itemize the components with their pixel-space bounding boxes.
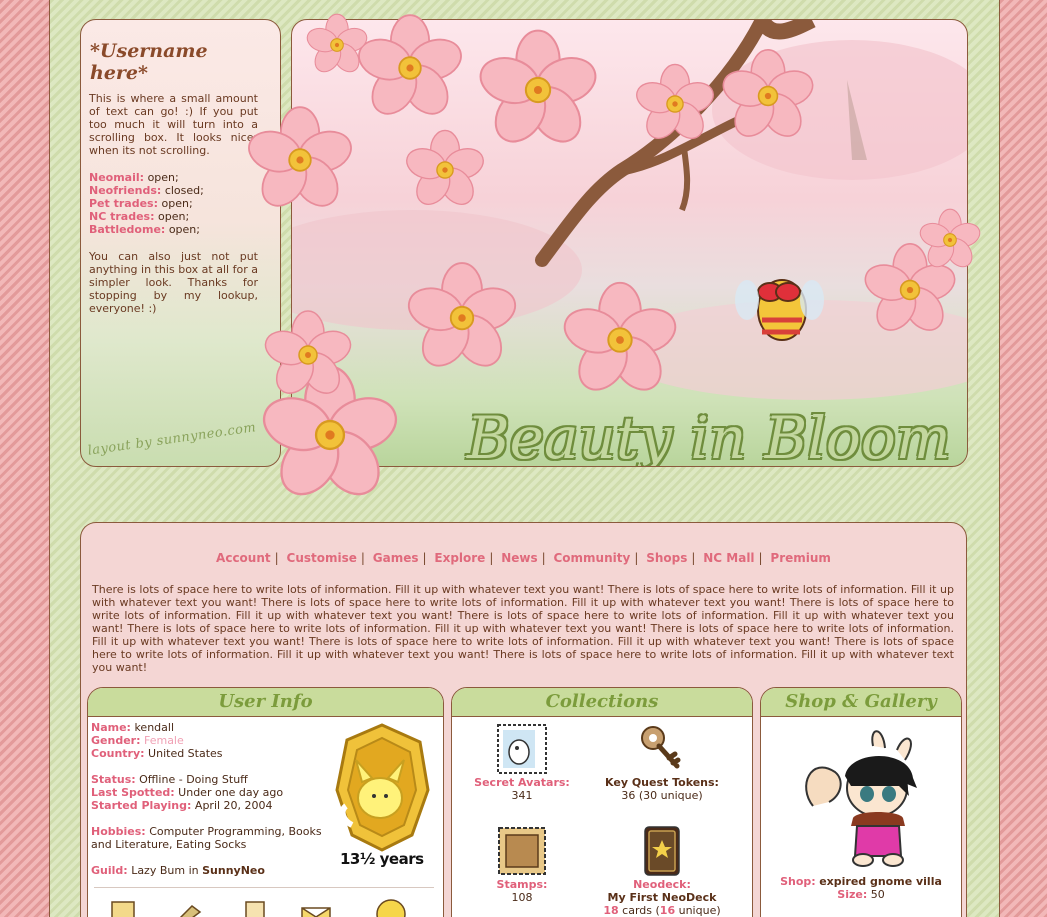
neodeck-cards: 18 cards (16 unique) (603, 904, 721, 917)
nav-bar: Account | Customise | Games | Explore | News… (216, 551, 831, 565)
smiley-icon (376, 899, 406, 917)
status-item-battledome: Battledome: open; (89, 223, 200, 236)
status-item-pet-trades: Pet trades: open; (89, 197, 193, 210)
panel-divider (94, 887, 434, 888)
bio-text: There is lots of space here to write lot… (92, 583, 954, 674)
main-content: Account | Customise | Games | Explore | News… (80, 522, 967, 917)
shop-info: Shop: expired gnome villa Size: 50 (780, 875, 942, 901)
stamp-album-icon (498, 827, 546, 875)
shop-pet-icon[interactable] (801, 726, 921, 868)
nav-link-shops[interactable]: Shops (646, 551, 687, 565)
status-item-neomail: Neomail: open; (89, 171, 179, 184)
trophy-row-icons (111, 899, 406, 917)
collections-panel: Collections Secret Avatars: 341 Key Ques… (451, 687, 753, 917)
shop-gallery-panel: Shop & Gallery Shop: expired gnome villa… (760, 687, 962, 917)
envelope-icon (301, 907, 331, 917)
status-item-nc-trades: NC trades: open; (89, 210, 190, 223)
neodeck-name: My First NeoDeck (607, 891, 717, 904)
banner-image: Beauty in Bloom (291, 19, 968, 467)
user-info-list: Name: kendall Gender: Female Country: Un… (91, 721, 322, 877)
neodeck-item[interactable]: Neodeck: My First NeoDeck 18 cards (16 u… (592, 826, 732, 917)
user-gender: Female (143, 734, 184, 747)
key-quest-item[interactable]: Key Quest Tokens: 36 (30 unique) (592, 724, 732, 802)
nav-link-account[interactable]: Account (216, 551, 271, 565)
banner-title: Beauty in Bloom (467, 404, 951, 467)
notepad-icon (111, 901, 135, 917)
user-last-spotted: Under one day ago (178, 786, 284, 799)
status-list: Neomail: open; Neofriends: closed; Pet t… (89, 171, 258, 236)
nav-link-news[interactable]: News (501, 551, 537, 565)
secret-avatars-item[interactable]: Secret Avatars: 341 (452, 724, 592, 802)
user-started: April 20, 2004 (194, 799, 273, 812)
key-token-icon (641, 726, 681, 769)
user-status: Offline - Doing Stuff (139, 773, 248, 786)
avatars-count: 341 (511, 789, 533, 802)
shop-gallery-title: Shop & Gallery (761, 688, 961, 717)
nav-link-customise[interactable]: Customise (287, 551, 357, 565)
neodeck-card-icon (644, 826, 680, 876)
nav-link-explore[interactable]: Explore (434, 551, 485, 565)
tokens-count: 36 (30 unique) (621, 789, 703, 802)
nav-link-community[interactable]: Community (554, 551, 631, 565)
sidebar-outro: You can also just not put anything in th… (89, 250, 258, 315)
stamps-item[interactable]: Stamps: 108 (452, 826, 592, 904)
username-heading: *Username here* (90, 40, 208, 84)
stamps-count: 108 (511, 891, 533, 904)
nav-link-premium[interactable]: Premium (770, 551, 831, 565)
years-badge-text: 13½ years (340, 850, 424, 868)
nav-link-nc-mall[interactable]: NC Mall (703, 551, 754, 565)
status-item-neofriends: Neofriends: closed; (89, 184, 204, 197)
trophy-badge-icon (335, 723, 430, 852)
shop-name-link[interactable]: expired gnome villa (819, 875, 942, 888)
user-country: United States (148, 747, 223, 760)
banner-art (292, 20, 967, 400)
user-name: kendall (134, 721, 175, 734)
user-info-title: User Info (88, 688, 443, 717)
user-info-panel: User Info Name: kendall Gender: Female C… (87, 687, 444, 917)
sidebar-box: *Username here* This is where a small am… (80, 19, 281, 467)
sidebar-intro: This is where a small amount of text can… (89, 92, 258, 157)
guild-link[interactable]: SunnyNeo (202, 864, 265, 877)
avatar-stamp-icon (497, 724, 547, 774)
collections-title: Collections (452, 688, 752, 717)
shop-size: 50 (870, 888, 885, 901)
layout-page: *Username here* This is where a small am… (49, 0, 1000, 917)
layout-credit[interactable]: layout by sunnyneo.com (87, 420, 257, 459)
scroll-icon (245, 901, 265, 917)
hammer-icon (179, 905, 202, 917)
nav-link-games[interactable]: Games (373, 551, 419, 565)
